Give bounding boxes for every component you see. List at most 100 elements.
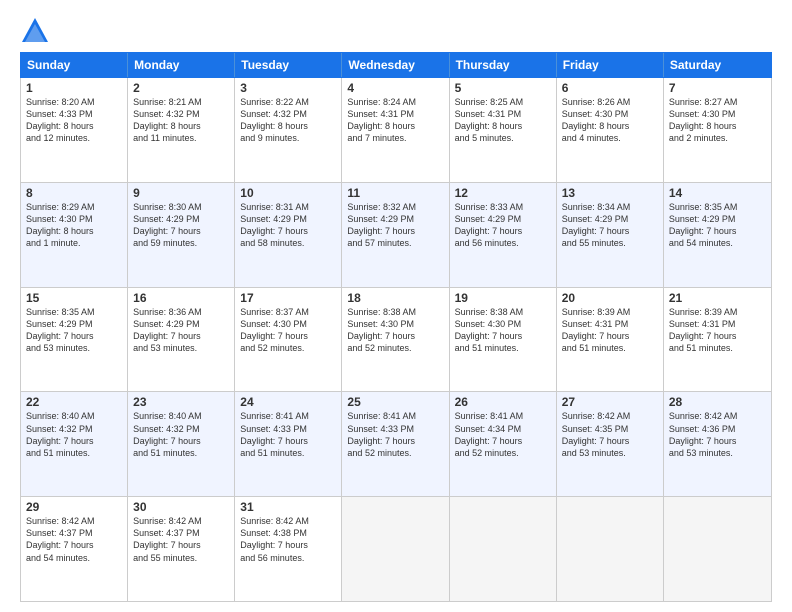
day-number: 14	[669, 186, 766, 200]
cell-details: Sunrise: 8:42 AMSunset: 4:37 PMDaylight:…	[26, 515, 122, 564]
calendar-row: 29Sunrise: 8:42 AMSunset: 4:37 PMDayligh…	[21, 497, 771, 601]
cell-details: Sunrise: 8:29 AMSunset: 4:30 PMDaylight:…	[26, 201, 122, 250]
day-number: 13	[562, 186, 658, 200]
day-number: 7	[669, 81, 766, 95]
day-number: 10	[240, 186, 336, 200]
cell-details: Sunrise: 8:32 AMSunset: 4:29 PMDaylight:…	[347, 201, 443, 250]
calendar: SundayMondayTuesdayWednesdayThursdayFrid…	[20, 52, 772, 602]
calendar-cell: 13Sunrise: 8:34 AMSunset: 4:29 PMDayligh…	[557, 183, 664, 287]
cell-details: Sunrise: 8:38 AMSunset: 4:30 PMDaylight:…	[455, 306, 551, 355]
empty-cell	[450, 497, 557, 601]
calendar-cell: 11Sunrise: 8:32 AMSunset: 4:29 PMDayligh…	[342, 183, 449, 287]
cell-details: Sunrise: 8:40 AMSunset: 4:32 PMDaylight:…	[26, 410, 122, 459]
calendar-cell: 17Sunrise: 8:37 AMSunset: 4:30 PMDayligh…	[235, 288, 342, 392]
header-day-tuesday: Tuesday	[235, 53, 342, 77]
cell-details: Sunrise: 8:42 AMSunset: 4:38 PMDaylight:…	[240, 515, 336, 564]
day-number: 15	[26, 291, 122, 305]
calendar-cell: 6Sunrise: 8:26 AMSunset: 4:30 PMDaylight…	[557, 78, 664, 182]
day-number: 2	[133, 81, 229, 95]
empty-cell	[342, 497, 449, 601]
cell-details: Sunrise: 8:41 AMSunset: 4:33 PMDaylight:…	[347, 410, 443, 459]
page: SundayMondayTuesdayWednesdayThursdayFrid…	[0, 0, 792, 612]
cell-details: Sunrise: 8:25 AMSunset: 4:31 PMDaylight:…	[455, 96, 551, 145]
calendar-cell: 10Sunrise: 8:31 AMSunset: 4:29 PMDayligh…	[235, 183, 342, 287]
calendar-body: 1Sunrise: 8:20 AMSunset: 4:33 PMDaylight…	[20, 78, 772, 602]
header-day-thursday: Thursday	[450, 53, 557, 77]
cell-details: Sunrise: 8:34 AMSunset: 4:29 PMDaylight:…	[562, 201, 658, 250]
cell-details: Sunrise: 8:24 AMSunset: 4:31 PMDaylight:…	[347, 96, 443, 145]
calendar-cell: 31Sunrise: 8:42 AMSunset: 4:38 PMDayligh…	[235, 497, 342, 601]
day-number: 6	[562, 81, 658, 95]
day-number: 28	[669, 395, 766, 409]
day-number: 18	[347, 291, 443, 305]
day-number: 26	[455, 395, 551, 409]
day-number: 17	[240, 291, 336, 305]
day-number: 27	[562, 395, 658, 409]
empty-cell	[557, 497, 664, 601]
cell-details: Sunrise: 8:35 AMSunset: 4:29 PMDaylight:…	[26, 306, 122, 355]
calendar-cell: 16Sunrise: 8:36 AMSunset: 4:29 PMDayligh…	[128, 288, 235, 392]
day-number: 5	[455, 81, 551, 95]
day-number: 8	[26, 186, 122, 200]
day-number: 12	[455, 186, 551, 200]
cell-details: Sunrise: 8:36 AMSunset: 4:29 PMDaylight:…	[133, 306, 229, 355]
calendar-cell: 2Sunrise: 8:21 AMSunset: 4:32 PMDaylight…	[128, 78, 235, 182]
calendar-cell: 3Sunrise: 8:22 AMSunset: 4:32 PMDaylight…	[235, 78, 342, 182]
cell-details: Sunrise: 8:21 AMSunset: 4:32 PMDaylight:…	[133, 96, 229, 145]
calendar-cell: 7Sunrise: 8:27 AMSunset: 4:30 PMDaylight…	[664, 78, 771, 182]
day-number: 4	[347, 81, 443, 95]
calendar-cell: 9Sunrise: 8:30 AMSunset: 4:29 PMDaylight…	[128, 183, 235, 287]
calendar-cell: 1Sunrise: 8:20 AMSunset: 4:33 PMDaylight…	[21, 78, 128, 182]
day-number: 23	[133, 395, 229, 409]
day-number: 25	[347, 395, 443, 409]
calendar-cell: 26Sunrise: 8:41 AMSunset: 4:34 PMDayligh…	[450, 392, 557, 496]
calendar-cell: 29Sunrise: 8:42 AMSunset: 4:37 PMDayligh…	[21, 497, 128, 601]
calendar-cell: 20Sunrise: 8:39 AMSunset: 4:31 PMDayligh…	[557, 288, 664, 392]
calendar-header: SundayMondayTuesdayWednesdayThursdayFrid…	[20, 52, 772, 78]
cell-details: Sunrise: 8:38 AMSunset: 4:30 PMDaylight:…	[347, 306, 443, 355]
logo	[20, 16, 54, 46]
calendar-cell: 24Sunrise: 8:41 AMSunset: 4:33 PMDayligh…	[235, 392, 342, 496]
calendar-cell: 22Sunrise: 8:40 AMSunset: 4:32 PMDayligh…	[21, 392, 128, 496]
calendar-cell: 8Sunrise: 8:29 AMSunset: 4:30 PMDaylight…	[21, 183, 128, 287]
calendar-row: 15Sunrise: 8:35 AMSunset: 4:29 PMDayligh…	[21, 288, 771, 393]
day-number: 24	[240, 395, 336, 409]
day-number: 16	[133, 291, 229, 305]
header-day-friday: Friday	[557, 53, 664, 77]
cell-details: Sunrise: 8:30 AMSunset: 4:29 PMDaylight:…	[133, 201, 229, 250]
calendar-cell: 15Sunrise: 8:35 AMSunset: 4:29 PMDayligh…	[21, 288, 128, 392]
calendar-cell: 28Sunrise: 8:42 AMSunset: 4:36 PMDayligh…	[664, 392, 771, 496]
day-number: 3	[240, 81, 336, 95]
cell-details: Sunrise: 8:27 AMSunset: 4:30 PMDaylight:…	[669, 96, 766, 145]
day-number: 19	[455, 291, 551, 305]
day-number: 29	[26, 500, 122, 514]
cell-details: Sunrise: 8:35 AMSunset: 4:29 PMDaylight:…	[669, 201, 766, 250]
calendar-cell: 14Sunrise: 8:35 AMSunset: 4:29 PMDayligh…	[664, 183, 771, 287]
cell-details: Sunrise: 8:41 AMSunset: 4:33 PMDaylight:…	[240, 410, 336, 459]
calendar-cell: 23Sunrise: 8:40 AMSunset: 4:32 PMDayligh…	[128, 392, 235, 496]
calendar-cell: 25Sunrise: 8:41 AMSunset: 4:33 PMDayligh…	[342, 392, 449, 496]
header	[20, 16, 772, 46]
header-day-saturday: Saturday	[664, 53, 771, 77]
calendar-cell: 12Sunrise: 8:33 AMSunset: 4:29 PMDayligh…	[450, 183, 557, 287]
day-number: 30	[133, 500, 229, 514]
calendar-cell: 18Sunrise: 8:38 AMSunset: 4:30 PMDayligh…	[342, 288, 449, 392]
cell-details: Sunrise: 8:33 AMSunset: 4:29 PMDaylight:…	[455, 201, 551, 250]
cell-details: Sunrise: 8:26 AMSunset: 4:30 PMDaylight:…	[562, 96, 658, 145]
cell-details: Sunrise: 8:39 AMSunset: 4:31 PMDaylight:…	[669, 306, 766, 355]
calendar-cell: 5Sunrise: 8:25 AMSunset: 4:31 PMDaylight…	[450, 78, 557, 182]
cell-details: Sunrise: 8:39 AMSunset: 4:31 PMDaylight:…	[562, 306, 658, 355]
cell-details: Sunrise: 8:42 AMSunset: 4:36 PMDaylight:…	[669, 410, 766, 459]
cell-details: Sunrise: 8:22 AMSunset: 4:32 PMDaylight:…	[240, 96, 336, 145]
calendar-row: 8Sunrise: 8:29 AMSunset: 4:30 PMDaylight…	[21, 183, 771, 288]
cell-details: Sunrise: 8:20 AMSunset: 4:33 PMDaylight:…	[26, 96, 122, 145]
day-number: 21	[669, 291, 766, 305]
day-number: 1	[26, 81, 122, 95]
day-number: 20	[562, 291, 658, 305]
logo-icon	[20, 16, 50, 46]
calendar-cell: 30Sunrise: 8:42 AMSunset: 4:37 PMDayligh…	[128, 497, 235, 601]
day-number: 11	[347, 186, 443, 200]
day-number: 22	[26, 395, 122, 409]
empty-cell	[664, 497, 771, 601]
cell-details: Sunrise: 8:41 AMSunset: 4:34 PMDaylight:…	[455, 410, 551, 459]
